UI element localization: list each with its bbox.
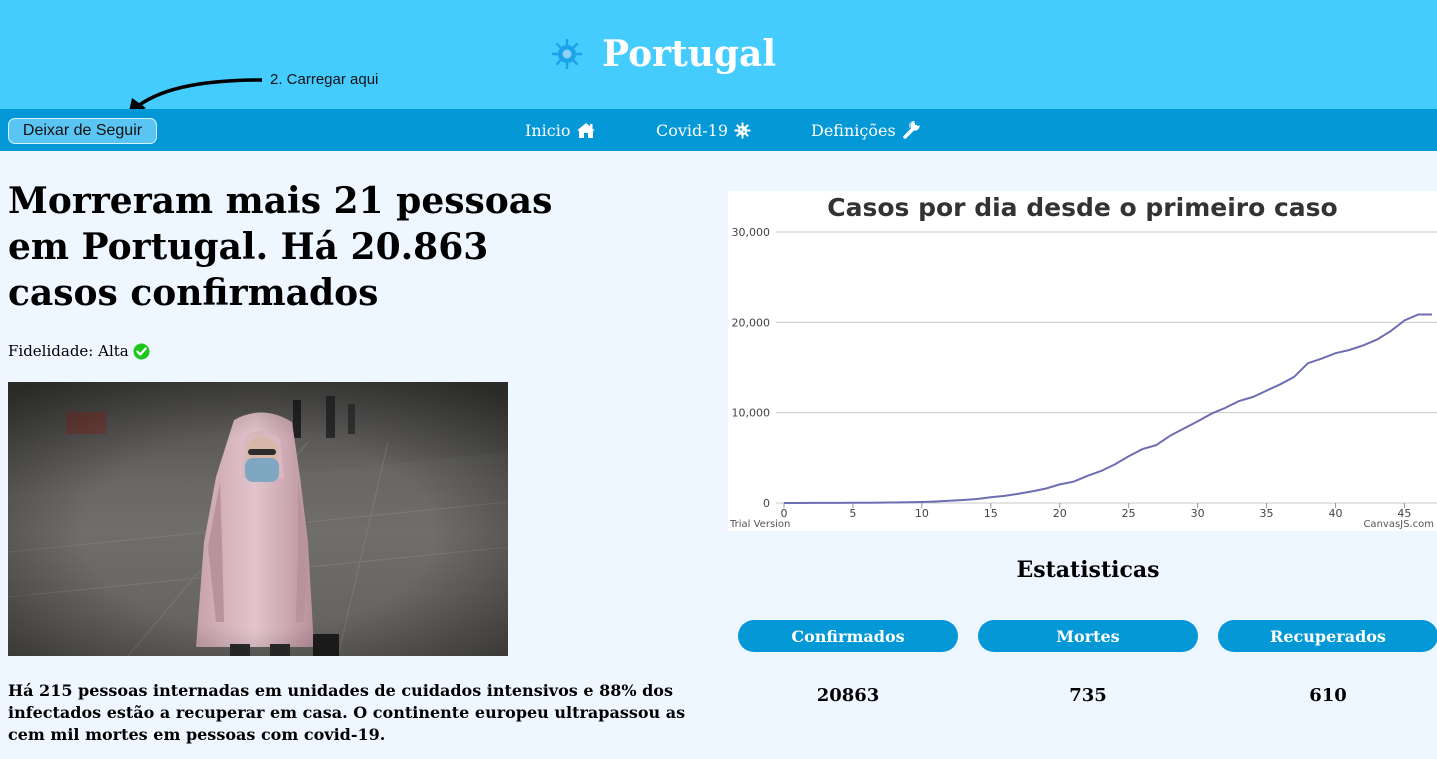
article-summary: Há 215 pessoas internadas em unidades de… bbox=[8, 681, 686, 744]
confirmed-value: 20863 bbox=[816, 685, 880, 706]
virus-icon bbox=[734, 122, 751, 138]
cases-chart: Casos por dia desde o primeiro caso 0 10,… bbox=[728, 191, 1437, 531]
deaths-value: 735 bbox=[1069, 685, 1107, 706]
nav-item-definicoes[interactable]: Definições bbox=[811, 120, 920, 140]
x-tick-label: 35 bbox=[1260, 507, 1274, 520]
nav-bar: Deixar de Seguir Inicio Covid-19 Definiç… bbox=[0, 109, 1437, 151]
article-photo bbox=[8, 382, 508, 656]
nav-item-inicio[interactable]: Inicio bbox=[525, 120, 596, 140]
recovered-badge: Recuperados bbox=[1218, 620, 1437, 652]
coronavirus-icon bbox=[552, 39, 582, 69]
x-tick-label: 20 bbox=[1053, 507, 1067, 520]
x-tick-label: 30 bbox=[1191, 507, 1205, 520]
check-circle-icon bbox=[133, 343, 150, 359]
x-tick-label: 25 bbox=[1122, 507, 1136, 520]
x-tick-label: 40 bbox=[1328, 507, 1342, 520]
fidelity-indicator: Fidelidade: Alta bbox=[8, 342, 150, 360]
watermark-left: Trial Version bbox=[729, 519, 790, 530]
nav-item-covid[interactable]: Covid-19 bbox=[656, 120, 751, 140]
x-tick-label: 10 bbox=[915, 507, 929, 520]
brand: Portugal bbox=[550, 28, 776, 80]
x-tick-label: 5 bbox=[849, 507, 856, 520]
fidelity-label: Fidelidade: Alta bbox=[8, 342, 129, 360]
annotation-label: 2. Carregar aqui bbox=[270, 71, 379, 88]
nav-item-label: Definições bbox=[811, 120, 896, 140]
deaths-badge: Mortes bbox=[978, 620, 1198, 652]
recovered-value: 610 bbox=[1309, 685, 1347, 706]
stats-title: Estatisticas bbox=[1016, 557, 1160, 583]
home-icon bbox=[577, 122, 596, 138]
top-header: Portugal 2. Carregar aqui bbox=[0, 0, 1437, 116]
y-tick-label: 20,000 bbox=[732, 316, 771, 329]
nav-item-label: Inicio bbox=[525, 120, 571, 140]
page-title: Portugal bbox=[602, 33, 777, 75]
y-tick-label: 0 bbox=[763, 497, 770, 510]
y-tick-label: 30,000 bbox=[732, 226, 771, 239]
chart-canvas: 010,00020,00030,0000 5 10 15 20 25 30 35 40 45Tri… bbox=[729, 226, 1437, 530]
wrench-icon bbox=[902, 121, 920, 139]
confirmed-badge: Confirmados bbox=[738, 620, 958, 652]
watermark-right: CanvasJS.com bbox=[1363, 519, 1434, 530]
x-tick-label: 15 bbox=[984, 507, 998, 520]
unfollow-button[interactable]: Deixar de Seguir bbox=[8, 118, 157, 144]
article-headline: Morreram mais 21 pessoas em Portugal. Há… bbox=[8, 180, 553, 314]
nav-item-label: Covid-19 bbox=[656, 120, 729, 140]
series-line bbox=[784, 313, 1432, 504]
y-tick-label: 10,000 bbox=[732, 407, 771, 420]
